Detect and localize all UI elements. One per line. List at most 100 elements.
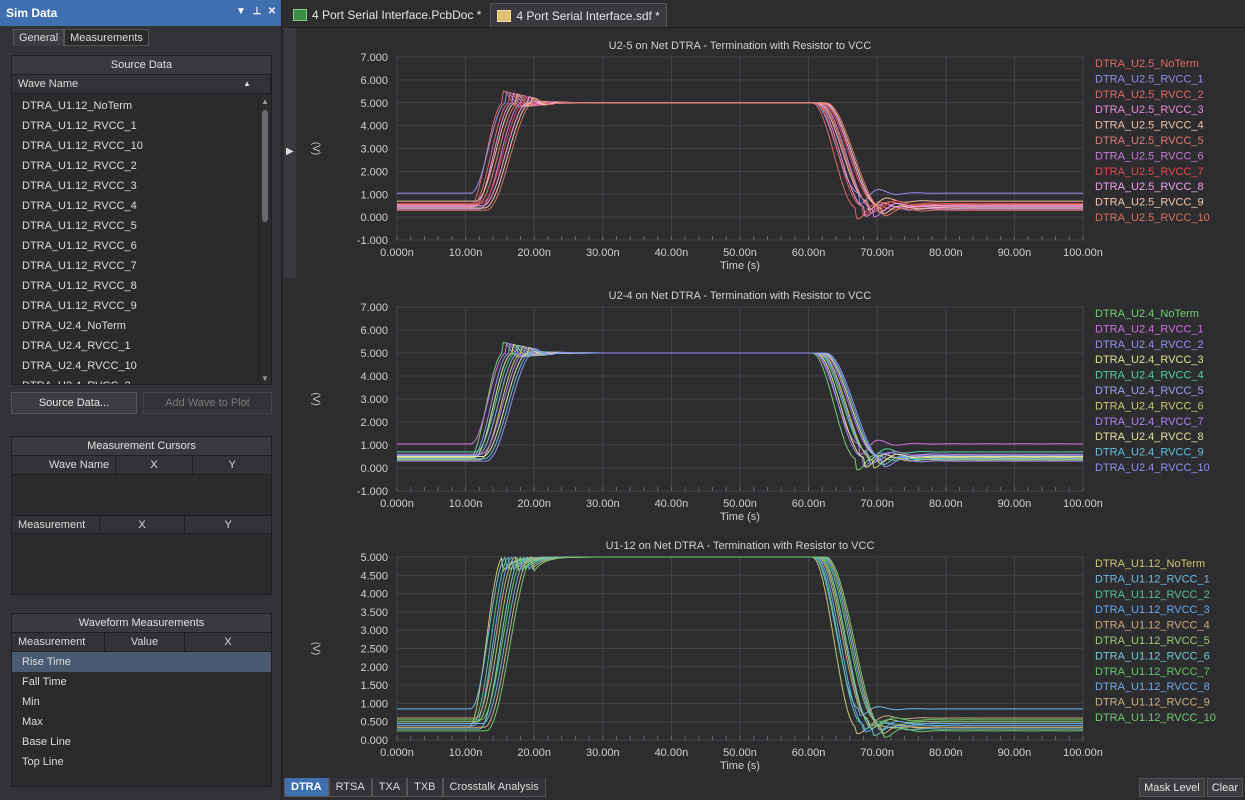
- legend-entry: DTRA_U2.4_RVCC_8: [1095, 431, 1204, 443]
- chart-1: U2-5 on Net DTRA - Termination with Resi…: [310, 40, 1210, 272]
- tab-sdf[interactable]: 4 Port Serial Interface.sdf *: [490, 3, 667, 27]
- legend-entry: DTRA_U2.4_RVCC_5: [1095, 385, 1204, 397]
- source-data-header: Source Data: [12, 56, 271, 75]
- legend-entry: DTRA_U1.12_RVCC_9: [1095, 697, 1210, 709]
- y-tick-label: 7.000: [360, 52, 388, 64]
- panel-menu-icon[interactable]: ▼: [235, 6, 247, 20]
- wave-list-item[interactable]: DTRA_U1.12_RVCC_3: [12, 176, 257, 196]
- wave-list-item[interactable]: DTRA_U1.12_RVCC_1: [12, 116, 257, 136]
- legend-entry: DTRA_U2.4_RVCC_3: [1095, 354, 1204, 366]
- wave-list-item[interactable]: DTRA_U2.4_RVCC_10: [12, 356, 257, 376]
- wave-list-item[interactable]: DTRA_U1.12_NoTerm: [12, 96, 257, 116]
- x-tick-label: 50.00n: [723, 498, 757, 510]
- y-tick-label: 1.000: [360, 189, 388, 201]
- legend-entry: DTRA_U1.12_RVCC_1: [1095, 573, 1210, 585]
- legend-entry: DTRA_U2.4_RVCC_9: [1095, 447, 1204, 459]
- legend-entry: DTRA_U2.5_RVCC_8: [1095, 181, 1204, 193]
- measurement-row[interactable]: Fall Time: [12, 672, 271, 692]
- legend-entry: DTRA_U1.12_RVCC_2: [1095, 589, 1210, 601]
- panel-splitter[interactable]: ▶: [284, 28, 296, 278]
- wave-list-item[interactable]: DTRA_U1.12_RVCC_10: [12, 136, 257, 156]
- y-axis-label: (V): [310, 142, 321, 155]
- wave-list-item[interactable]: DTRA_U1.12_RVCC_9: [12, 296, 257, 316]
- panel-title: Sim Data: [6, 6, 58, 20]
- x-tick-label: 0.000n: [380, 747, 414, 759]
- waveform-plots[interactable]: U2-5 on Net DTRA - Termination with Resi…: [297, 29, 1245, 777]
- chart-tab[interactable]: RTSA: [328, 778, 372, 797]
- chart-tab[interactable]: Crosstalk Analysis: [442, 778, 546, 797]
- chart-title: U2-5 on Net DTRA - Termination with Resi…: [609, 40, 872, 52]
- legend-entry: DTRA_U2.5_RVCC_6: [1095, 150, 1204, 162]
- x-tick-label: 80.00n: [929, 247, 963, 259]
- wave-name-column[interactable]: Wave Name ▲: [12, 75, 271, 94]
- x-tick-label: 90.00n: [998, 247, 1032, 259]
- clear-button[interactable]: Clear: [1206, 778, 1243, 797]
- scroll-up-icon[interactable]: ▲: [261, 97, 269, 106]
- pin-icon[interactable]: ⊥: [251, 6, 263, 20]
- x-tick-label: 70.00n: [860, 498, 894, 510]
- wave-list-item[interactable]: DTRA_U1.12_RVCC_2: [12, 156, 257, 176]
- x-tick-label: 100.00n: [1063, 498, 1103, 510]
- wave-list-item[interactable]: DTRA_U1.12_RVCC_5: [12, 216, 257, 236]
- col-meas: Measurement: [12, 633, 105, 651]
- legend-entry: DTRA_U1.12_RVCC_4: [1095, 620, 1210, 632]
- x-tick-label: 20.00n: [517, 247, 551, 259]
- measurement-row[interactable]: Base Line: [12, 732, 271, 752]
- measurement-row[interactable]: Max: [12, 712, 271, 732]
- measurement-row[interactable]: Min: [12, 692, 271, 712]
- mask-level-button[interactable]: Mask Level: [1139, 778, 1205, 797]
- wave-list-item[interactable]: DTRA_U2.4_RVCC_2: [12, 376, 257, 384]
- wave-name-label: Wave Name: [12, 75, 271, 93]
- pcb-file-icon: [293, 9, 307, 21]
- tab-general[interactable]: General: [13, 29, 65, 46]
- cursor-columns: Wave Name X Y: [12, 456, 271, 475]
- x-tick-label: 40.00n: [655, 498, 689, 510]
- x-axis-label: Time (s): [720, 511, 760, 523]
- measurement-row[interactable]: Top Line: [12, 752, 271, 772]
- y-tick-label: 2.000: [360, 417, 388, 429]
- measurement-cursors-header: Measurement Cursors: [12, 437, 271, 456]
- wave-list-item[interactable]: DTRA_U1.12_RVCC_4: [12, 196, 257, 216]
- legend-entry: DTRA_U2.5_NoTerm: [1095, 58, 1199, 70]
- wave-list-item[interactable]: DTRA_U1.12_RVCC_6: [12, 236, 257, 256]
- legend-entry: DTRA_U1.12_RVCC_8: [1095, 681, 1210, 693]
- chart-actions: Mask Level Clear: [1139, 778, 1243, 797]
- wave-list-item[interactable]: DTRA_U1.12_RVCC_8: [12, 276, 257, 296]
- col-y2: Y: [224, 519, 232, 531]
- y-tick-label: 0.000: [360, 735, 388, 747]
- y-tick-label: 1.000: [360, 440, 388, 452]
- legend-entry: DTRA_U2.5_RVCC_10: [1095, 212, 1210, 224]
- wave-list-item[interactable]: DTRA_U2.4_NoTerm: [12, 316, 257, 336]
- chart-tab[interactable]: DTRA: [284, 778, 329, 797]
- chart-title: U2-4 on Net DTRA - Termination with Resi…: [609, 290, 872, 302]
- scroll-thumb[interactable]: [262, 110, 268, 222]
- expand-arrow-icon[interactable]: ▶: [286, 146, 294, 157]
- col-measurement: Measurement: [12, 516, 100, 533]
- y-tick-label: -1.000: [357, 235, 388, 247]
- chart-tab[interactable]: TXA: [371, 778, 408, 797]
- waveform-file-icon: [497, 9, 512, 22]
- scroll-down-icon[interactable]: ▼: [261, 374, 269, 383]
- sim-data-panel: Sim Data ▼ ⊥ ✕ General Measurements Sour…: [0, 0, 282, 800]
- legend-entry: DTRA_U2.4_RVCC_10: [1095, 462, 1210, 474]
- add-wave-to-plot-button[interactable]: Add Wave to Plot: [143, 392, 272, 414]
- col-value: Value: [105, 633, 185, 651]
- y-axis-label: (V): [310, 392, 321, 405]
- y-tick-label: 3.000: [360, 144, 388, 156]
- y-axis-label: (V): [310, 642, 321, 655]
- chart-tabs: DTRA RTSA TXA TXB Crosstalk Analysis: [284, 778, 546, 797]
- wave-list-item[interactable]: DTRA_U1.12_RVCC_7: [12, 256, 257, 276]
- close-icon[interactable]: ✕: [266, 6, 278, 20]
- source-data-button[interactable]: Source Data...: [11, 392, 137, 414]
- chart-tab[interactable]: TXB: [407, 778, 443, 797]
- panel-tabs: General Measurements: [13, 29, 149, 46]
- tab-pcbdoc[interactable]: 4 Port Serial Interface.PcbDoc *: [287, 3, 488, 27]
- wave-list-scrollbar[interactable]: ▲ ▼: [258, 96, 271, 384]
- waveform-measurement-list: Rise Time Fall Time Min Max Base Line Top Lin…: [12, 652, 271, 772]
- sort-icon[interactable]: ▲: [237, 75, 251, 93]
- measurement-row[interactable]: Rise Time: [12, 652, 271, 672]
- legend-entry: DTRA_U1.12_RVCC_5: [1095, 635, 1210, 647]
- wave-list-item[interactable]: DTRA_U2.4_RVCC_1: [12, 336, 257, 356]
- tab-measurements[interactable]: Measurements: [64, 29, 149, 46]
- waveform-columns: Measurement Value X: [12, 633, 271, 652]
